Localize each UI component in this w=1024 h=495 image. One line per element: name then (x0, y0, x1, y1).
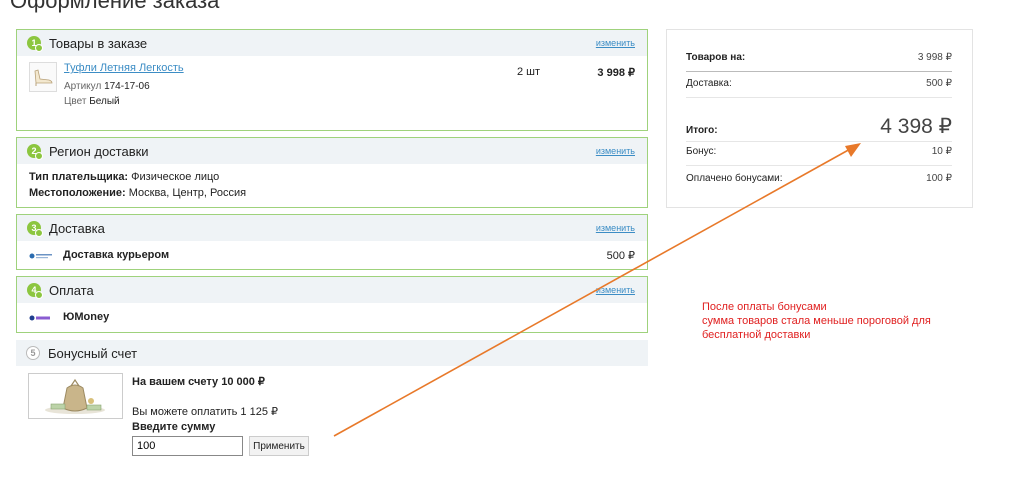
product-name-link[interactable]: Туфли Летняя Легкость (64, 62, 184, 74)
summary-bonus-value: 10 ₽ (931, 146, 952, 157)
payment-title: Оплата (49, 282, 94, 298)
apply-bonus-button[interactable]: Применить (249, 436, 309, 456)
courier-logo-icon (29, 252, 53, 260)
payer-type-value: Физическое лицо (131, 171, 220, 183)
order-items-block: 1 Товары в заказе изменить Туфли Летняя … (16, 29, 648, 131)
region-body: Тип плательщика: Физическое лицо Местопо… (17, 164, 647, 205)
shoe-icon (34, 69, 53, 86)
summary-paid-bonus-row: Оплачено бонусами: 100 ₽ (686, 173, 952, 193)
order-items-title: Товары в заказе (49, 35, 148, 51)
order-items-edit-link[interactable]: изменить (596, 38, 635, 48)
delivery-header: 3 Доставка изменить (17, 215, 647, 241)
location-row: Местоположение: Москва, Центр, Россия (29, 187, 635, 199)
yumoney-logo-icon (29, 314, 53, 322)
delivery-body: Доставка курьером 500 ₽ (17, 241, 647, 269)
bonus-amount-input[interactable] (132, 436, 243, 456)
summary-paid-bonus-value: 100 ₽ (926, 173, 952, 184)
summary-total-label: Итого: (686, 125, 718, 136)
location-value: Москва, Центр, Россия (128, 187, 247, 199)
summary-delivery-label: Доставка: (686, 78, 732, 89)
summary-goods-value: 3 998 ₽ (917, 52, 952, 63)
summary-paid-bonus-label: Оплачено бонусами: (686, 173, 783, 184)
annotation-line-3: бесплатной доставки (702, 329, 811, 341)
region-edit-link[interactable]: изменить (596, 146, 635, 156)
enter-amount-label: Введите сумму (132, 421, 216, 433)
payer-type-row: Тип плательщика: Физическое лицо (29, 171, 635, 183)
region-header: 2 Регион доставки изменить (17, 138, 647, 164)
payment-header: 4 Оплата изменить (17, 277, 647, 303)
product-color: Цвет Белый (64, 96, 120, 107)
step-badge-1: 1 (27, 36, 43, 52)
step-badge-5: 5 (26, 346, 40, 360)
page-title-fragment: Оформление заказа (10, 0, 220, 13)
bonus-body: На вашем счету 10 000 ₽ Вы можете оплати… (16, 366, 648, 462)
delivery-title: Доставка (49, 220, 105, 236)
delivery-block: 3 Доставка изменить Доставка курьером 50… (16, 214, 648, 270)
summary-total-value: 4 398 ₽ (880, 115, 952, 138)
bonus-block: 5 Бонусный счет На вашем счету 10 000 ₽ … (16, 340, 648, 462)
article-value: 174-17-06 (104, 81, 150, 92)
bonus-header: 5 Бонусный счет (16, 340, 648, 366)
bonus-title: Бонусный счет (48, 345, 138, 361)
location-label: Местоположение: (29, 187, 126, 199)
payer-type-label: Тип плательщика: (29, 171, 129, 183)
color-value: Белый (89, 96, 120, 107)
annotation-note: После оплаты бонусами сумма товаров стал… (702, 300, 931, 342)
summary-delivery-value: 500 ₽ (926, 78, 952, 89)
step-badge-4: 4 (27, 283, 43, 299)
payment-block: 4 Оплата изменить ЮMoney (16, 276, 648, 333)
delivery-service-name: Доставка курьером (63, 249, 170, 261)
article-label: Артикул (64, 81, 102, 92)
product-price: 3 998 ₽ (597, 67, 635, 79)
order-items-body: Туфли Летняя Легкость Артикул 174-17-06 … (17, 56, 647, 130)
summary-total-row: Итого: 4 398 ₽ (686, 114, 952, 142)
step-badge-2: 2 (27, 144, 43, 160)
payment-method-name: ЮMoney (63, 311, 110, 323)
summary-bonus-row: Бонус: 10 ₽ (686, 146, 952, 166)
payment-body: ЮMoney (17, 303, 647, 332)
delivery-service-price: 500 ₽ (606, 250, 635, 262)
money-bag-image (28, 373, 123, 419)
product-article: Артикул 174-17-06 (64, 81, 150, 92)
summary-bonus-label: Бонус: (686, 146, 717, 157)
region-title: Регион доставки (49, 143, 149, 159)
order-items-header: 1 Товары в заказе изменить (17, 30, 647, 56)
delivery-edit-link[interactable]: изменить (596, 223, 635, 233)
step-badge-3: 3 (27, 221, 43, 237)
product-quantity: 2 шт (517, 66, 541, 78)
product-thumbnail[interactable] (29, 62, 57, 92)
annotation-line-2: сумма товаров стала меньше пороговой для (702, 315, 931, 327)
region-block: 2 Регион доставки изменить Тип плательщи… (16, 137, 648, 208)
payment-edit-link[interactable]: изменить (596, 285, 635, 295)
color-label: Цвет (64, 96, 87, 107)
summary-delivery-row: Доставка: 500 ₽ (686, 78, 952, 98)
annotation-line-1: После оплаты бонусами (702, 301, 827, 313)
summary-goods-label: Товаров на: (686, 52, 746, 63)
bonus-balance: На вашем счету 10 000 ₽ (132, 376, 265, 388)
bonus-can-pay: Вы можете оплатить 1 125 ₽ (132, 406, 279, 418)
summary-goods-row: Товаров на: 3 998 ₽ (686, 52, 952, 72)
order-summary-panel: Товаров на: 3 998 ₽ Доставка: 500 ₽ Итог… (666, 29, 973, 208)
money-bag-icon (45, 378, 105, 414)
